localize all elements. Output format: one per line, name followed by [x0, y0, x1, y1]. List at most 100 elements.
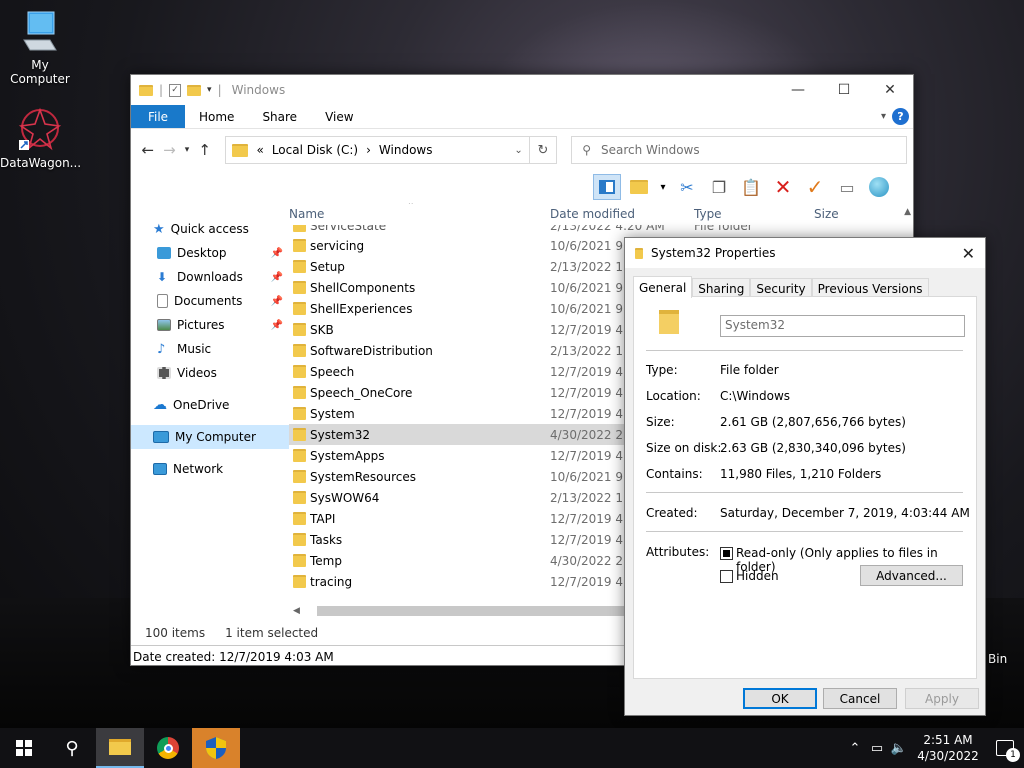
windows-start-icon[interactable] [0, 728, 48, 768]
address-segment-windows[interactable]: Windows [379, 143, 433, 157]
nav-my-computer[interactable]: My Computer [131, 425, 289, 449]
advanced-button[interactable]: Advanced... [860, 565, 963, 586]
close-icon[interactable]: ✕ [962, 244, 975, 263]
properties-check-icon[interactable]: ✓ [169, 83, 182, 97]
desktop-icon-datawagon[interactable]: DataWagon... [0, 106, 81, 170]
pin-icon: 📌 [270, 271, 283, 283]
column-date[interactable]: Date modified [550, 207, 635, 221]
new-folder-icon[interactable] [187, 84, 202, 96]
network-status-icon[interactable]: ▭ [866, 741, 888, 756]
help-icon[interactable]: ? [892, 108, 909, 125]
horizontal-scrollbar[interactable]: ◀ [289, 603, 629, 619]
tab-share[interactable]: Share [248, 105, 311, 128]
search-icon[interactable]: ⚲ [48, 728, 96, 768]
cut-icon[interactable]: ✂ [673, 174, 701, 200]
tab-view[interactable]: View [311, 105, 367, 128]
file-date: 2/13/2022 4:20 AM [550, 225, 665, 233]
nav-label: My Computer [175, 430, 256, 444]
folder-icon [293, 365, 306, 378]
copy-icon[interactable]: ❐ [705, 174, 733, 200]
recycle-bin-partial-label[interactable]: Bin [988, 652, 1007, 666]
tab-home[interactable]: Home [185, 105, 248, 128]
file-name: Speech_OneCore [310, 385, 413, 400]
properties-dialog[interactable]: System32 Properties ✕ General Sharing Se… [624, 237, 986, 716]
forward-icon[interactable]: → [159, 141, 181, 159]
action-center-icon[interactable]: 1 [986, 740, 1024, 762]
new-folder-toolbar-icon[interactable] [625, 174, 653, 200]
address-segment-drive[interactable]: Local Disk (C:) [272, 143, 358, 157]
folder-icon [659, 310, 679, 334]
divider [646, 492, 963, 493]
nav-item-documents[interactable]: Documents 📌 [131, 289, 289, 313]
ok-button[interactable]: OK [743, 688, 817, 709]
scrollbar-thumb[interactable] [317, 606, 627, 616]
nav-onedrive[interactable]: ☁ OneDrive [131, 393, 289, 417]
column-size[interactable]: Size [814, 207, 839, 221]
file-explorer-icon[interactable] [96, 728, 144, 768]
taskbar: ⚲ ⌃ ▭ 🔈 2:51 AM 4/30/2022 1 [0, 728, 1024, 768]
nav-item-pictures[interactable]: Pictures 📌 [131, 313, 289, 337]
tab-general[interactable]: General [633, 276, 693, 298]
minimize-icon[interactable]: — [775, 75, 821, 105]
sort-ascending-icon: ⌃ [407, 203, 415, 211]
view-dropdown-icon[interactable]: ▾ [657, 174, 669, 200]
maximize-icon[interactable]: ☐ [821, 75, 867, 105]
folder-icon [293, 302, 306, 315]
nav-network[interactable]: Network [131, 457, 289, 481]
hidden-checkbox[interactable] [720, 570, 733, 583]
address-bar[interactable]: « Local Disk (C:) › Windows ⌄ [225, 136, 530, 164]
security-shield-icon[interactable] [192, 728, 240, 768]
nav-quick-access[interactable]: ★ Quick access [131, 217, 289, 241]
paste-icon[interactable]: 📋 [737, 174, 765, 200]
folder-icon [293, 554, 306, 567]
search-icon: ⚲ [582, 143, 592, 157]
cancel-button[interactable]: Cancel [823, 688, 897, 709]
rename-check-icon[interactable]: ✓ [801, 174, 829, 200]
expand-ribbon-icon[interactable]: ▾ [881, 111, 886, 122]
clock[interactable]: 2:51 AM 4/30/2022 [910, 732, 986, 764]
desktop-icon-my-computer[interactable]: My Computer [0, 10, 80, 86]
close-icon[interactable]: ✕ [867, 75, 913, 105]
folder-icon [139, 84, 153, 96]
column-name[interactable]: Name [289, 207, 324, 221]
pictures-folder-icon [157, 319, 171, 331]
nav-label: Downloads [177, 270, 243, 284]
chrome-icon[interactable] [144, 728, 192, 768]
nav-item-videos[interactable]: Videos [131, 361, 289, 385]
recent-locations-icon[interactable]: ▾ [180, 145, 194, 155]
globe-icon[interactable] [865, 174, 893, 200]
nav-item-desktop[interactable]: Desktop 📌 [131, 241, 289, 265]
apply-button[interactable]: Apply [905, 688, 979, 709]
prop-label-attributes: Attributes: [646, 545, 710, 559]
preview-pane-icon[interactable] [593, 174, 621, 200]
back-icon[interactable]: ← [137, 141, 159, 159]
nav-item-music[interactable]: ♪ Music [131, 337, 289, 361]
scroll-up-icon[interactable]: ▲ [904, 207, 911, 217]
qat-dropdown-icon[interactable]: ▾ [207, 85, 212, 95]
tab-security[interactable]: Security [750, 278, 812, 298]
tab-previous-versions[interactable]: Previous Versions [811, 278, 929, 298]
show-hidden-icons-icon[interactable]: ⌃ [844, 741, 866, 756]
address-dropdown-icon[interactable]: ⌄ [514, 145, 522, 156]
volume-icon[interactable]: 🔈 [888, 741, 910, 756]
hidden-label[interactable]: Hidden [736, 569, 779, 583]
folder-name-field[interactable]: System32 [720, 315, 965, 337]
up-icon[interactable]: ↑ [194, 141, 216, 159]
tab-sharing[interactable]: Sharing [692, 278, 751, 298]
table-row[interactable]: ServiceState 2/13/2022 4:20 AM File fold… [289, 225, 915, 235]
window-controls: — ☐ ✕ [775, 75, 913, 105]
tab-file[interactable]: File [131, 105, 185, 128]
column-type[interactable]: Type [694, 207, 722, 221]
general-panel: System32 Type: File folder Location: C:\… [633, 296, 977, 679]
search-input[interactable]: ⚲ Search Windows [571, 136, 908, 164]
dialog-titlebar[interactable]: System32 Properties ✕ [625, 238, 985, 268]
scroll-left-icon[interactable]: ◀ [293, 606, 300, 616]
delete-icon[interactable]: ✕ [769, 174, 797, 200]
properties-icon[interactable]: ▭ [833, 174, 861, 200]
explorer-titlebar[interactable]: | ✓ ▾ | Windows — ☐ ✕ [131, 75, 913, 105]
clock-time: 2:51 AM [923, 733, 973, 747]
readonly-checkbox[interactable] [720, 547, 733, 560]
file-name: Temp [310, 553, 342, 568]
refresh-icon[interactable]: ↻ [529, 136, 558, 164]
nav-item-downloads[interactable]: ⬇ Downloads 📌 [131, 265, 289, 289]
